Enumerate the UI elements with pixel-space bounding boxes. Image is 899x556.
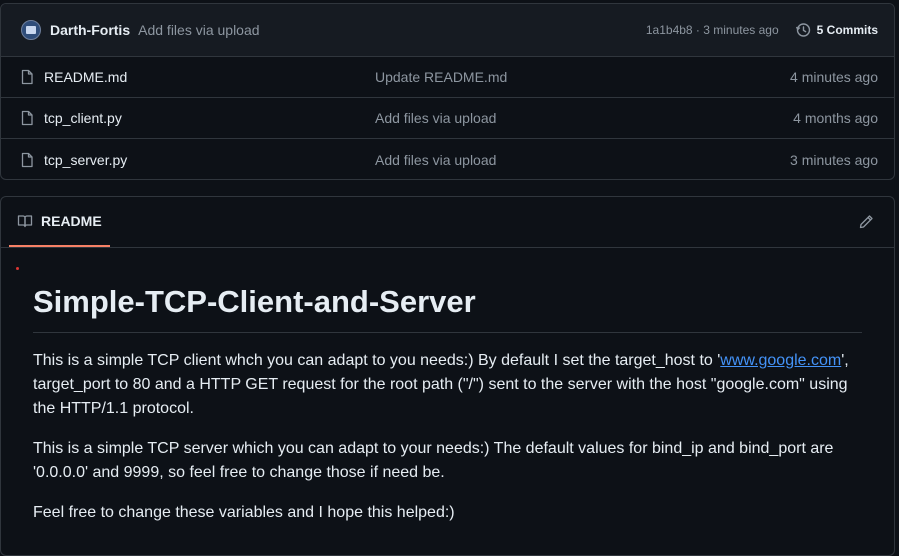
readme-header: README <box>1 197 894 248</box>
file-icon <box>19 152 35 168</box>
file-commit-message[interactable]: Add files via upload <box>375 152 790 168</box>
file-row[interactable]: tcp_server.py Add files via upload 3 minut… <box>1 139 894 179</box>
tab-readme[interactable]: README <box>9 197 110 247</box>
readme-title: Simple-TCP-Client-and-Server <box>33 284 862 333</box>
file-browser: Darth-Fortis Add files via upload 1a1b4b… <box>0 3 895 180</box>
readme-paragraph-1: This is a simple TCP client whch you can… <box>33 352 849 417</box>
file-name-link[interactable]: tcp_server.py <box>44 152 375 168</box>
readme-tab-label: README <box>41 213 102 229</box>
book-icon <box>17 215 33 228</box>
file-row[interactable]: tcp_client.py Add files via upload 4 month… <box>1 98 894 139</box>
readme-paragraph-3: Feel free to change these variables and … <box>33 504 455 521</box>
commit-hash-time[interactable]: 1a1b4b8 · 3 minutes ago <box>646 23 779 37</box>
file-icon <box>19 110 35 126</box>
commit-author[interactable]: Darth-Fortis <box>50 22 130 38</box>
commits-count-label: 5 Commits <box>816 23 878 37</box>
file-row[interactable]: README.md Update README.md 4 minutes ago <box>1 57 894 98</box>
avatar[interactable] <box>21 20 41 40</box>
google-link[interactable]: www.google.com <box>720 352 841 369</box>
file-commit-time: 4 minutes ago <box>790 69 878 85</box>
history-icon <box>795 23 810 37</box>
file-name-link[interactable]: README.md <box>44 69 375 85</box>
file-commit-time: 3 minutes ago <box>790 151 878 168</box>
readme-panel: README Simple-TCP-Client-and-Server This… <box>0 196 895 556</box>
pencil-icon[interactable] <box>858 214 874 235</box>
commit-message[interactable]: Add files via upload <box>138 22 259 38</box>
file-commit-time: 4 months ago <box>793 110 878 126</box>
readme-content: Simple-TCP-Client-and-Server This is a s… <box>1 284 894 525</box>
file-commit-message[interactable]: Add files via upload <box>375 110 793 126</box>
commits-button[interactable]: 5 Commits <box>795 22 878 38</box>
latest-commit-bar: Darth-Fortis Add files via upload 1a1b4b… <box>1 4 894 57</box>
marker-dot <box>16 267 19 270</box>
file-commit-message[interactable]: Update README.md <box>375 69 790 85</box>
readme-paragraph-2: This is a simple TCP server which you ca… <box>33 440 834 481</box>
file-icon <box>19 69 35 85</box>
file-name-link[interactable]: tcp_client.py <box>44 110 375 126</box>
